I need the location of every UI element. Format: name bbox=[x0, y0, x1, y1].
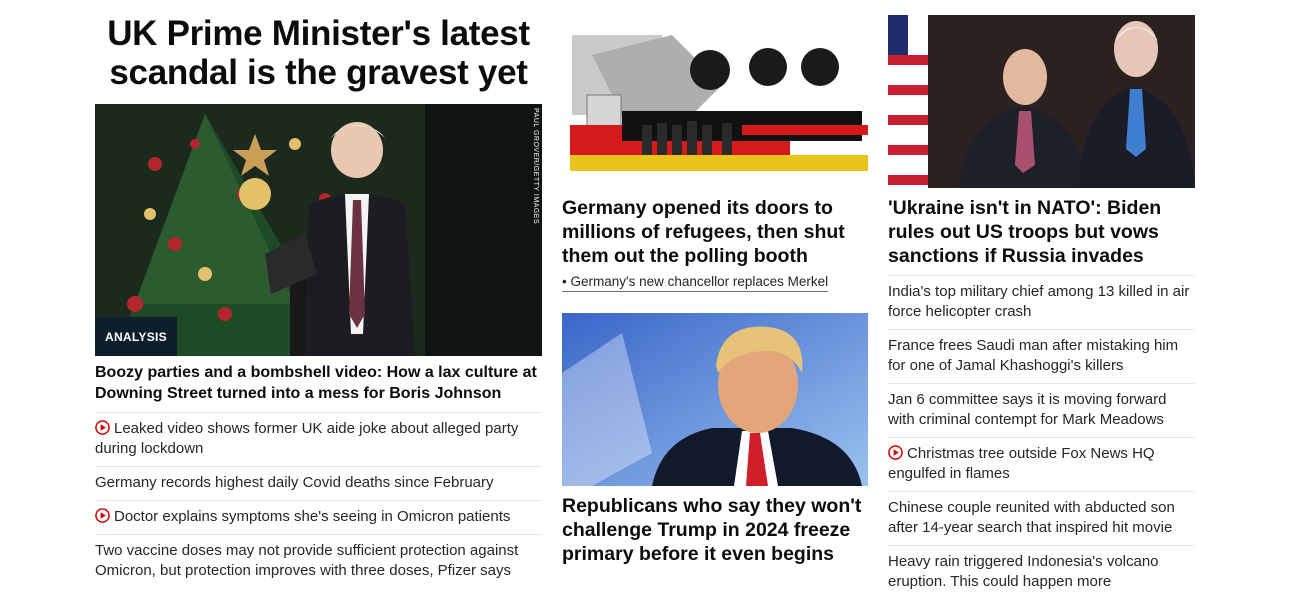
biden-story-title[interactable]: 'Ukraine isn't in NATO': Biden rules out… bbox=[888, 196, 1195, 268]
right-column: 'Ukraine isn't in NATO': Biden rules out… bbox=[888, 0, 1195, 599]
list-item[interactable]: Jan 6 committee says it is moving forwar… bbox=[888, 383, 1195, 437]
germany-story-title[interactable]: Germany opened its doors to millions of … bbox=[562, 196, 868, 268]
link-text: Chinese couple reunited with abducted so… bbox=[888, 499, 1175, 536]
portrait-photo bbox=[562, 313, 868, 486]
list-item[interactable]: Doctor explains symptoms she's seeing in… bbox=[95, 501, 542, 535]
germany-chancellor-link[interactable]: • Germany's new chancellor replaces Merk… bbox=[562, 274, 829, 292]
list-item[interactable]: Leaked video shows former UK aide joke a… bbox=[95, 413, 542, 467]
link-text: Doctor explains symptoms she's seeing in… bbox=[114, 508, 511, 525]
trump-story-image[interactable] bbox=[562, 313, 868, 486]
right-headline-list: India's top military chief among 13 kill… bbox=[888, 275, 1195, 599]
lead-story-title[interactable]: Boozy parties and a bombshell video: How… bbox=[95, 362, 542, 413]
link-text: Jan 6 committee says it is moving forwar… bbox=[888, 391, 1167, 428]
illustration bbox=[562, 15, 868, 188]
link-text: Germany records highest daily Covid deat… bbox=[95, 474, 494, 491]
link-text: France frees Saudi man after mistaking h… bbox=[888, 337, 1179, 374]
image-credit: PAUL GROVER/GETTY IMAGES bbox=[532, 108, 539, 225]
germany-refugees-illustration[interactable] bbox=[562, 15, 868, 188]
list-item[interactable]: Christmas tree outside Fox News HQ engul… bbox=[888, 437, 1195, 491]
list-item[interactable]: Germany records highest daily Covid deat… bbox=[95, 467, 542, 501]
middle-column: Germany opened its doors to millions of … bbox=[562, 0, 868, 566]
analysis-badge: ANALYSIS bbox=[95, 317, 177, 356]
list-item[interactable]: Two vaccine doses may not provide suffic… bbox=[95, 535, 542, 588]
link-text: Christmas tree outside Fox News HQ engul… bbox=[888, 445, 1155, 482]
putin-biden-image[interactable] bbox=[888, 15, 1195, 188]
link-text: Leaked video shows former UK aide joke a… bbox=[95, 420, 519, 457]
video-play-icon bbox=[95, 508, 110, 523]
lead-story-image[interactable]: PAUL GROVER/GETTY IMAGES ANALYSIS bbox=[95, 104, 542, 356]
main-headline[interactable]: UK Prime Minister's latest scandal is th… bbox=[95, 14, 542, 92]
link-text: Two vaccine doses may not provide suffic… bbox=[95, 542, 519, 579]
link-text: India's top military chief among 13 kill… bbox=[888, 283, 1190, 320]
video-play-icon bbox=[95, 420, 110, 435]
video-play-icon bbox=[888, 445, 903, 460]
lead-story-column: UK Prime Minister's latest scandal is th… bbox=[95, 0, 542, 588]
lead-related-links: Leaked video shows former UK aide joke a… bbox=[95, 413, 542, 588]
link-text: Heavy rain triggered Indonesia's volcano… bbox=[888, 553, 1159, 590]
photo bbox=[888, 15, 1195, 188]
list-item[interactable]: Chinese couple reunited with abducted so… bbox=[888, 491, 1195, 545]
trump-story-title[interactable]: Republicans who say they won't challenge… bbox=[562, 494, 868, 566]
list-item[interactable]: India's top military chief among 13 kill… bbox=[888, 275, 1195, 329]
list-item[interactable]: France frees Saudi man after mistaking h… bbox=[888, 329, 1195, 383]
list-item[interactable]: Heavy rain triggered Indonesia's volcano… bbox=[888, 545, 1195, 599]
